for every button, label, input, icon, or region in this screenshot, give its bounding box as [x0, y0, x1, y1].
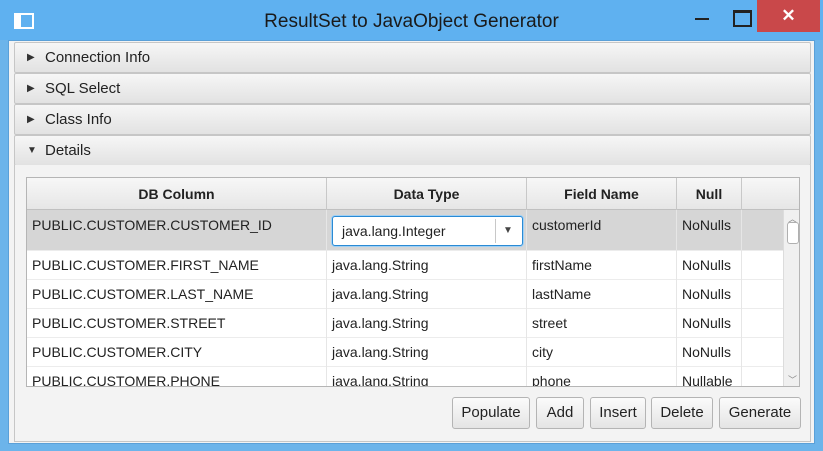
columns-table: DB Column Data Type Field Name Null PUBL… [26, 177, 800, 387]
column-header-null[interactable]: Null [677, 178, 742, 210]
vertical-scrollbar[interactable]: ︿ ﹀ [783, 210, 799, 386]
cell-field-name[interactable]: street [527, 309, 677, 338]
insert-button[interactable]: Insert [590, 397, 646, 429]
cell-db-column[interactable]: PUBLIC.CUSTOMER.CUSTOMER_ID [27, 210, 327, 251]
cell-null[interactable]: NoNulls [677, 338, 742, 367]
cell-db-column[interactable]: PUBLIC.CUSTOMER.FIRST_NAME [27, 251, 327, 280]
cell-field-name[interactable]: customerId [527, 210, 677, 251]
cell-data-type[interactable]: java.lang.String [327, 280, 527, 309]
delete-button[interactable]: Delete [651, 397, 713, 429]
add-button[interactable]: Add [536, 397, 584, 429]
collapsed-arrow-icon: ▶ [27, 114, 35, 125]
cell-null[interactable]: NoNulls [677, 210, 742, 251]
table-row[interactable]: PUBLIC.CUSTOMER.LAST_NAME java.lang.Stri… [27, 280, 783, 309]
cell-db-column[interactable]: PUBLIC.CUSTOMER.STREET [27, 309, 327, 338]
close-button[interactable]: ✕ [757, 0, 820, 32]
column-header-filler [742, 178, 799, 210]
table-row[interactable]: PUBLIC.CUSTOMER.FIRST_NAME java.lang.Str… [27, 251, 783, 280]
title-bar[interactable]: ResultSet to JavaObject Generator ✕ [0, 0, 823, 40]
combobox-value: java.lang.Integer [342, 223, 446, 239]
pane-sql-select[interactable]: ▶ SQL Select [14, 73, 811, 104]
cell-null[interactable]: NoNulls [677, 251, 742, 280]
cell-field-name[interactable]: firstName [527, 251, 677, 280]
cell-db-column[interactable]: PUBLIC.CUSTOMER.LAST_NAME [27, 280, 327, 309]
data-type-combobox[interactable]: java.lang.Integer ▼ [332, 216, 523, 246]
cell-field-name[interactable]: phone [527, 367, 677, 386]
table-row[interactable]: PUBLIC.CUSTOMER.CITY java.lang.String ci… [27, 338, 783, 367]
pane-connection-info[interactable]: ▶ Connection Info [14, 42, 811, 73]
cell-data-type[interactable]: java.lang.String [327, 309, 527, 338]
collapsed-arrow-icon: ▶ [27, 52, 35, 63]
scrollbar-thumb[interactable] [787, 222, 799, 244]
application-window: ResultSet to JavaObject Generator ✕ ▶ Co… [0, 0, 823, 451]
pane-label: Class Info [45, 111, 112, 128]
column-header-db-column[interactable]: DB Column [27, 178, 327, 210]
pane-label: Details [45, 142, 91, 159]
cell-field-name[interactable]: city [527, 338, 677, 367]
client-area: ▶ Connection Info ▶ SQL Select ▶ Class I… [8, 40, 815, 444]
table-header: DB Column Data Type Field Name Null [27, 178, 799, 210]
cell-data-type[interactable]: java.lang.String [327, 338, 527, 367]
table-row[interactable]: PUBLIC.CUSTOMER.PHONE java.lang.String p… [27, 367, 783, 386]
close-icon: ✕ [781, 6, 796, 25]
cell-db-column[interactable]: PUBLIC.CUSTOMER.CITY [27, 338, 327, 367]
pane-class-info[interactable]: ▶ Class Info [14, 104, 811, 135]
cell-data-type[interactable]: java.lang.String [327, 251, 527, 280]
pane-label: Connection Info [45, 49, 151, 66]
generate-button[interactable]: Generate [719, 397, 801, 429]
pane-details[interactable]: ▼ Details [14, 135, 811, 166]
cell-db-column[interactable]: PUBLIC.CUSTOMER.PHONE [27, 367, 327, 386]
table-row[interactable]: PUBLIC.CUSTOMER.CUSTOMER_ID customerId N… [27, 210, 783, 251]
cell-field-name[interactable]: lastName [527, 280, 677, 309]
pane-label: SQL Select [45, 80, 121, 97]
cell-null[interactable]: NoNulls [677, 309, 742, 338]
cell-null[interactable]: Nullable [677, 367, 742, 386]
chevron-down-icon[interactable]: ▼ [503, 221, 513, 241]
cell-data-type[interactable]: java.lang.String [327, 367, 527, 386]
minimize-icon[interactable] [680, 2, 724, 32]
scroll-down-icon[interactable]: ﹀ [788, 373, 797, 386]
expanded-arrow-icon: ▼ [27, 145, 37, 156]
populate-button[interactable]: Populate [452, 397, 530, 429]
collapsed-arrow-icon: ▶ [27, 83, 35, 94]
cell-null[interactable]: NoNulls [677, 280, 742, 309]
table-row[interactable]: PUBLIC.CUSTOMER.STREET java.lang.String … [27, 309, 783, 338]
column-header-data-type[interactable]: Data Type [327, 178, 527, 210]
column-header-field-name[interactable]: Field Name [527, 178, 677, 210]
combobox-divider [495, 219, 496, 243]
